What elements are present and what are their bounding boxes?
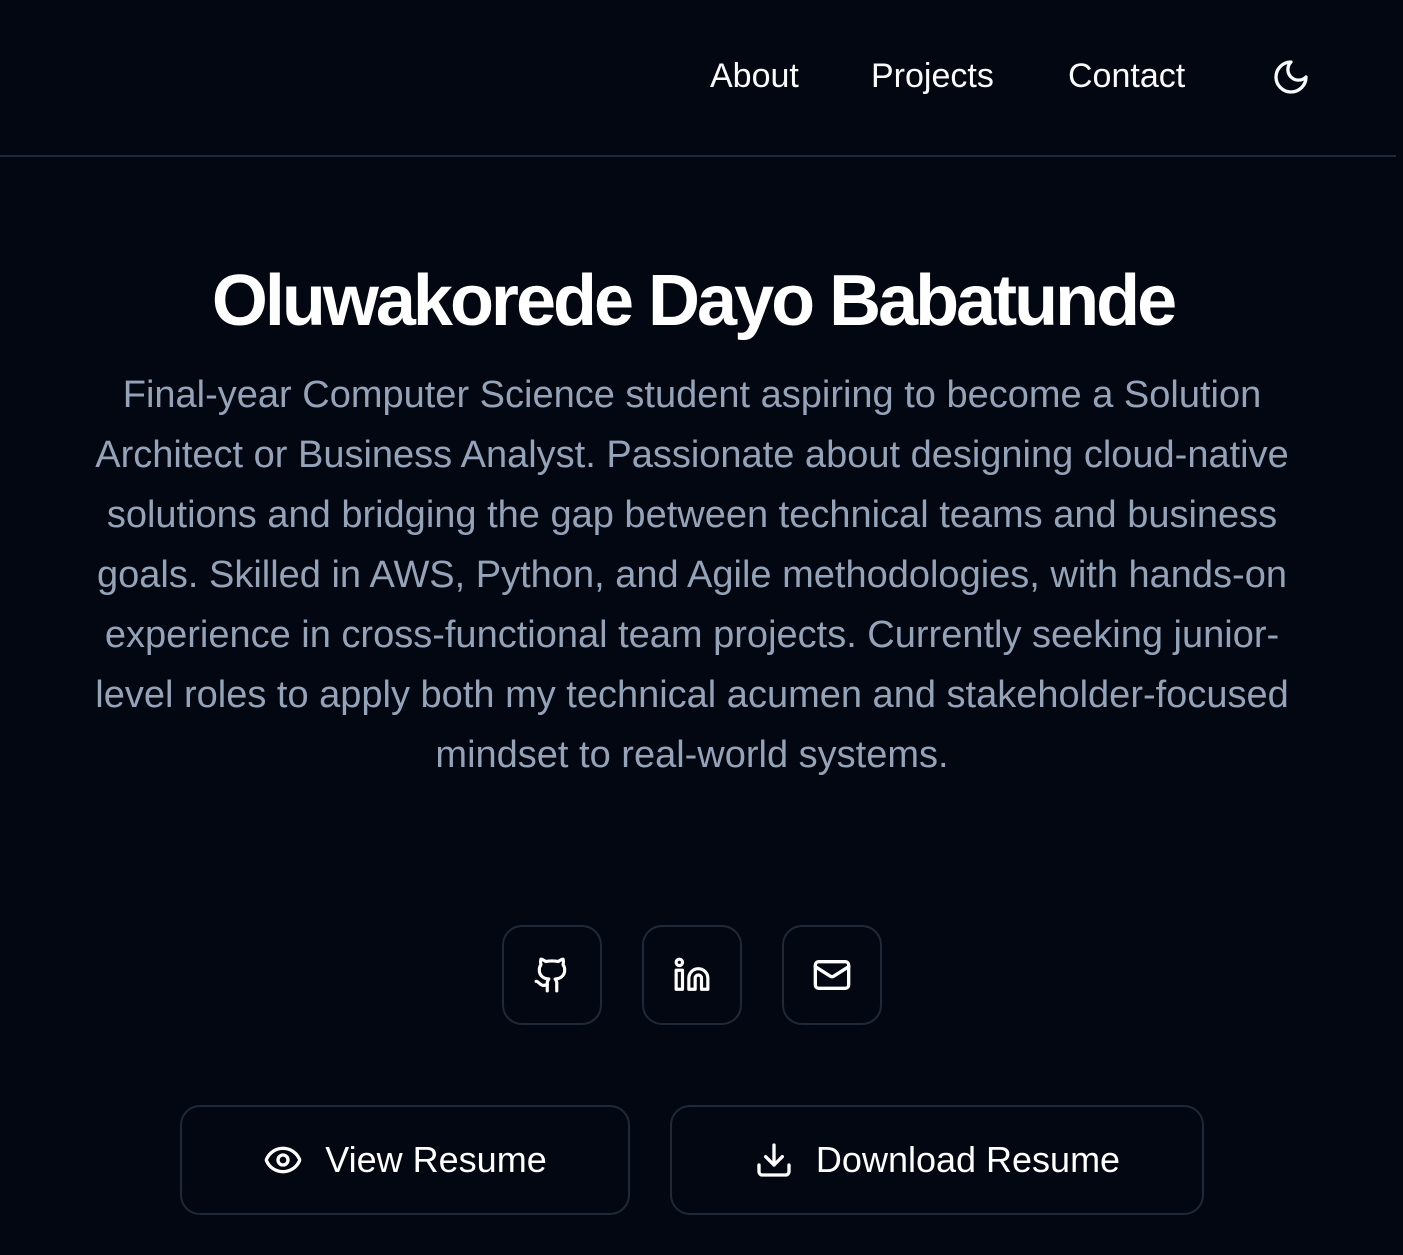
main-nav: About Projects Contact xyxy=(0,54,1396,98)
social-links xyxy=(0,925,1403,1025)
nav-link-about[interactable]: About xyxy=(710,54,799,98)
hero-bio: Final-year Computer Science student aspi… xyxy=(95,374,1289,776)
mail-icon xyxy=(812,955,852,995)
nav-link-projects[interactable]: Projects xyxy=(871,54,994,98)
linkedin-icon xyxy=(673,956,711,994)
download-resume-button[interactable]: Download Resume xyxy=(670,1105,1204,1215)
github-link-button[interactable] xyxy=(502,925,602,1025)
view-resume-label: View Resume xyxy=(325,1139,547,1180)
github-icon xyxy=(533,956,571,994)
hero-name: Oluwakorede Dayo Babatunde xyxy=(211,261,1177,341)
download-resume-label: Download Resume xyxy=(815,1139,1121,1180)
site-header: About Projects Contact xyxy=(0,0,1396,157)
eye-icon xyxy=(263,1140,303,1180)
linkedin-link-button[interactable] xyxy=(642,925,742,1025)
view-resume-button[interactable]: View Resume xyxy=(180,1105,630,1215)
moon-icon xyxy=(1271,57,1311,97)
theme-toggle-button[interactable] xyxy=(1268,54,1314,100)
nav-link-contact[interactable]: Contact xyxy=(1068,54,1185,98)
email-link-button[interactable] xyxy=(782,925,882,1025)
download-icon xyxy=(754,1140,794,1180)
